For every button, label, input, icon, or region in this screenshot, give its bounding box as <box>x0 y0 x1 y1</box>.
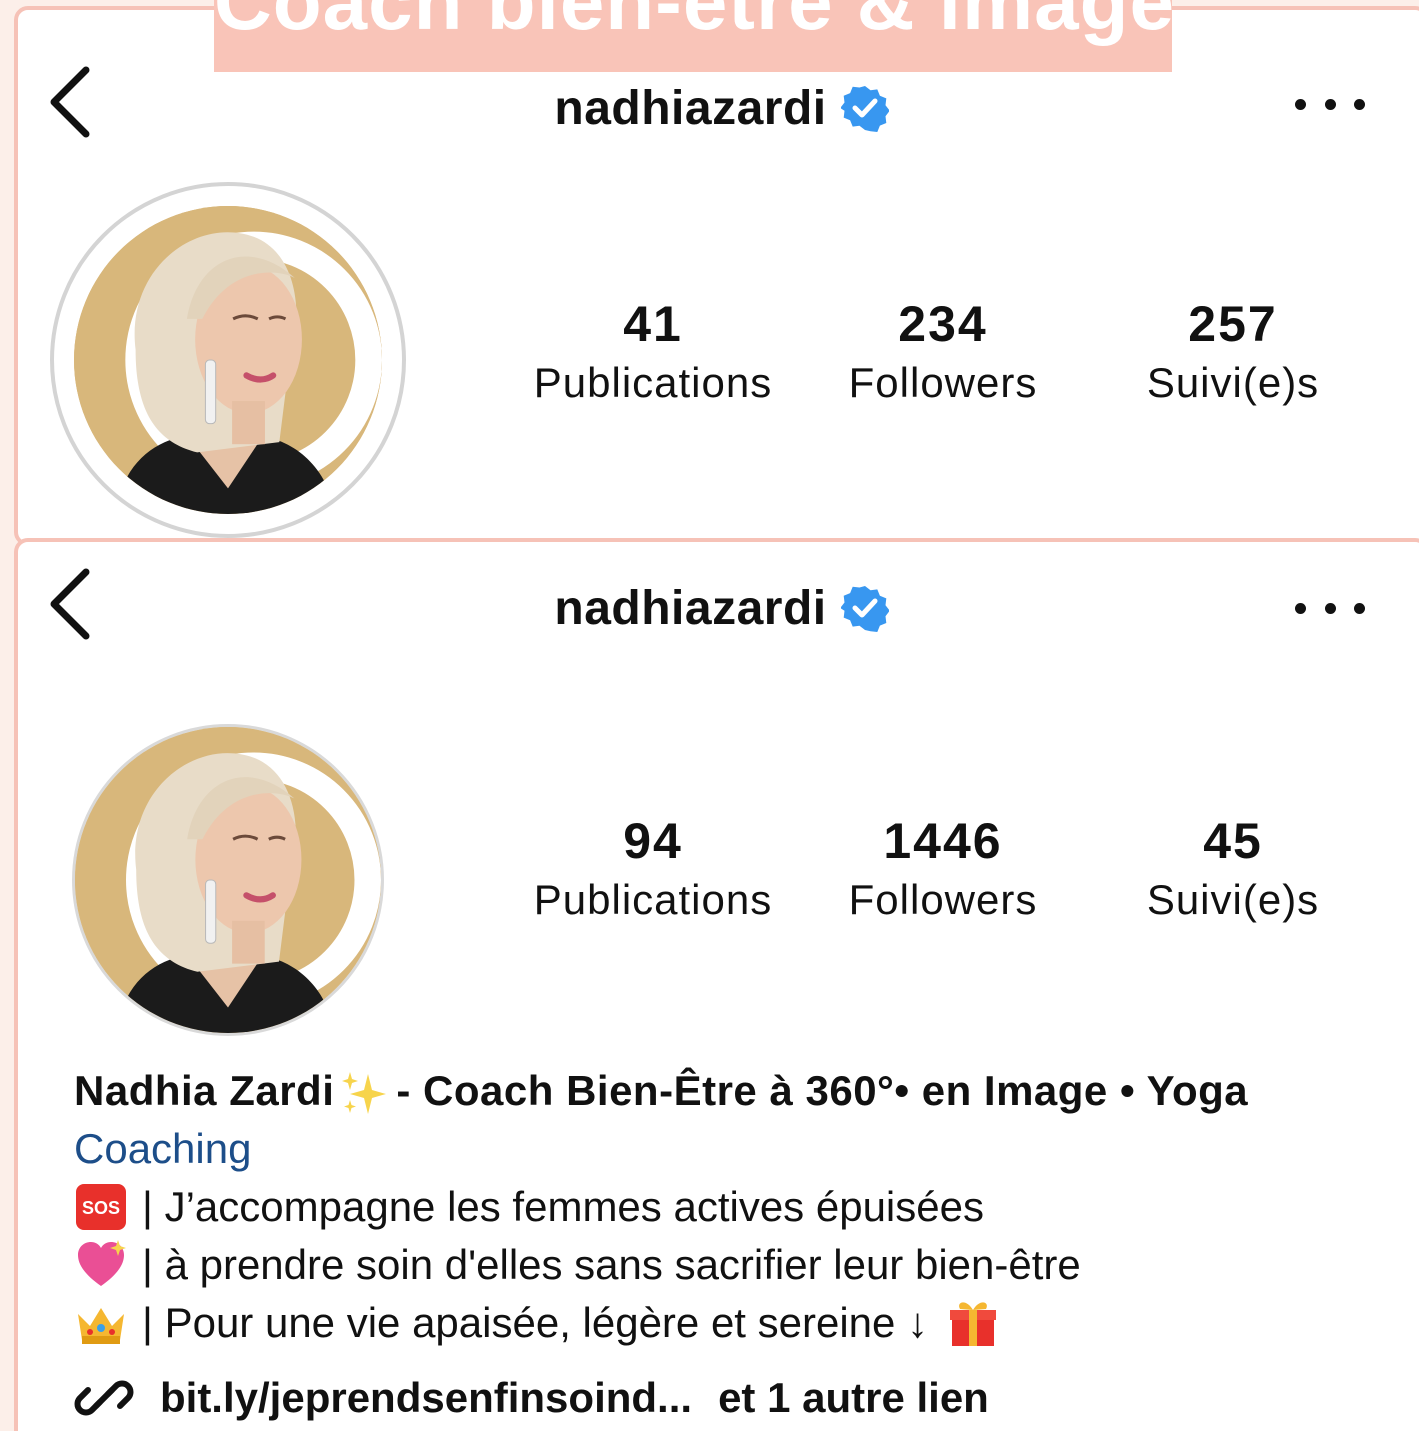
dot-icon <box>1295 98 1306 110</box>
verified-badge-icon <box>840 86 889 133</box>
username: nadhiazardi <box>554 581 827 635</box>
portrait-image <box>75 727 381 1033</box>
profile-avatar[interactable] <box>72 724 384 1036</box>
profile-bio: Nadhia Zardi - Coach Bien-Être à 360°• e… <box>74 1062 1385 1428</box>
stat-publications[interactable]: 41 Publications <box>518 295 788 407</box>
gift-icon <box>950 1302 997 1346</box>
bio-line-text: | J’accompagne les femmes actives épuisé… <box>142 1183 984 1230</box>
profile-username-header: nadhiazardi <box>18 578 1419 636</box>
bio-headline-row: Nadhia Zardi - Coach Bien-Être à 360°• e… <box>74 1062 1385 1120</box>
verified-badge-icon <box>840 586 889 633</box>
profile-username-header: nadhiazardi <box>18 78 1419 136</box>
bio-line: | Pour une vie apaisée, légère et serein… <box>74 1294 1385 1352</box>
crown-icon <box>78 1308 124 1344</box>
bio-line: SOS | J’accompagne les femmes actives ép… <box>74 1178 1385 1236</box>
stat-label: Followers <box>848 359 1038 406</box>
bio-line-text: | à prendre soin d'elles sans sacrifier … <box>142 1241 1081 1288</box>
title-banner: Coach bien-être & image <box>214 0 1172 72</box>
sparkles-icon <box>342 1071 387 1114</box>
profile-stats: 41 Publications 234 Followers 257 Suivi(… <box>518 295 1368 407</box>
profile-photo <box>75 727 381 1033</box>
stat-label: Suivi(e)s <box>1146 876 1320 923</box>
dot-icon <box>1354 98 1365 110</box>
profile-stats: 94 Publications 1446 Followers 45 Suivi(… <box>518 812 1368 924</box>
more-links-button[interactable]: et 1 autre lien <box>718 1369 989 1427</box>
profile-panel-before: nadhiazardi 41 Publications 234 Follower… <box>14 6 1419 546</box>
dot-icon <box>1354 602 1365 614</box>
stat-value: 257 <box>1188 296 1278 352</box>
profile-avatar[interactable] <box>50 182 406 538</box>
display-name: Nadhia Zardi <box>74 1067 335 1114</box>
stat-label: Suivi(e)s <box>1146 359 1320 406</box>
sos-icon: SOS <box>76 1184 126 1230</box>
more-options-button[interactable] <box>1295 588 1365 628</box>
bio-link[interactable]: bit.ly/jeprendsenfinsoind... <box>160 1369 692 1427</box>
category-link[interactable]: Coaching <box>74 1120 1385 1178</box>
stat-label: Publications <box>533 876 773 923</box>
stat-publications[interactable]: 94 Publications <box>518 812 788 924</box>
stat-following[interactable]: 45 Suivi(e)s <box>1098 812 1368 924</box>
portrait-image <box>74 206 382 514</box>
profile-nav-bar: nadhiazardi <box>18 64 1419 154</box>
bio-headline: - Coach Bien-Être à 360°• en Image • Yog… <box>396 1067 1249 1114</box>
dot-icon <box>1295 602 1306 614</box>
banner-title: Coach bien-être & image <box>214 0 1172 46</box>
stat-followers[interactable]: 234 Followers <box>788 295 1098 407</box>
bio-link-row: bit.ly/jeprendsenfinsoind... et 1 autre … <box>74 1368 1385 1428</box>
stat-label: Publications <box>533 359 773 406</box>
stat-value: 94 <box>623 813 683 869</box>
username: nadhiazardi <box>554 81 827 135</box>
stat-value: 1446 <box>883 813 1003 869</box>
dot-icon <box>1324 98 1336 110</box>
dot-icon <box>1324 602 1336 614</box>
bio-line-text: | Pour une vie apaisée, légère et serein… <box>142 1299 929 1346</box>
stat-label: Followers <box>848 876 1038 923</box>
stat-value: 45 <box>1203 813 1263 869</box>
profile-panel-after: nadhiazardi 94 Publications 1446 Followe… <box>14 538 1419 1431</box>
svg-text:SOS: SOS <box>82 1198 120 1218</box>
bio-line: | à prendre soin d'elles sans sacrifier … <box>74 1236 1385 1294</box>
more-options-button[interactable] <box>1295 84 1365 124</box>
link-icon <box>74 1380 134 1416</box>
stat-value: 41 <box>623 296 683 352</box>
sparkling-heart-icon <box>78 1240 126 1286</box>
profile-nav-bar: nadhiazardi <box>18 566 1419 656</box>
stat-followers[interactable]: 1446 Followers <box>788 812 1098 924</box>
stat-following[interactable]: 257 Suivi(e)s <box>1098 295 1368 407</box>
stat-value: 234 <box>898 296 988 352</box>
profile-photo <box>74 206 382 514</box>
